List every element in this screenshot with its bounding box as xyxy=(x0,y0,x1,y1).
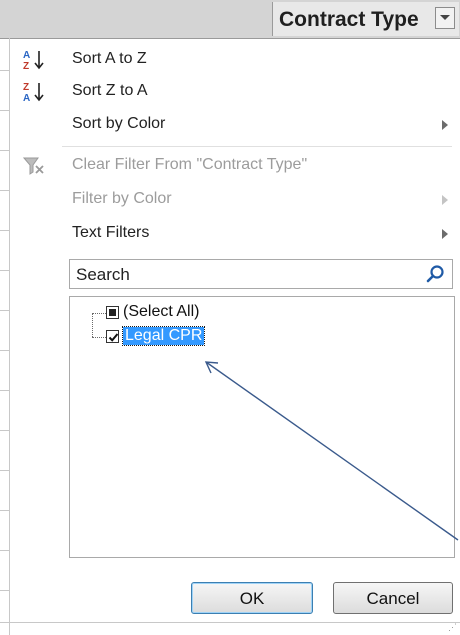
annotation-arrow xyxy=(204,361,459,541)
annotation-arrow-line xyxy=(205,361,459,541)
